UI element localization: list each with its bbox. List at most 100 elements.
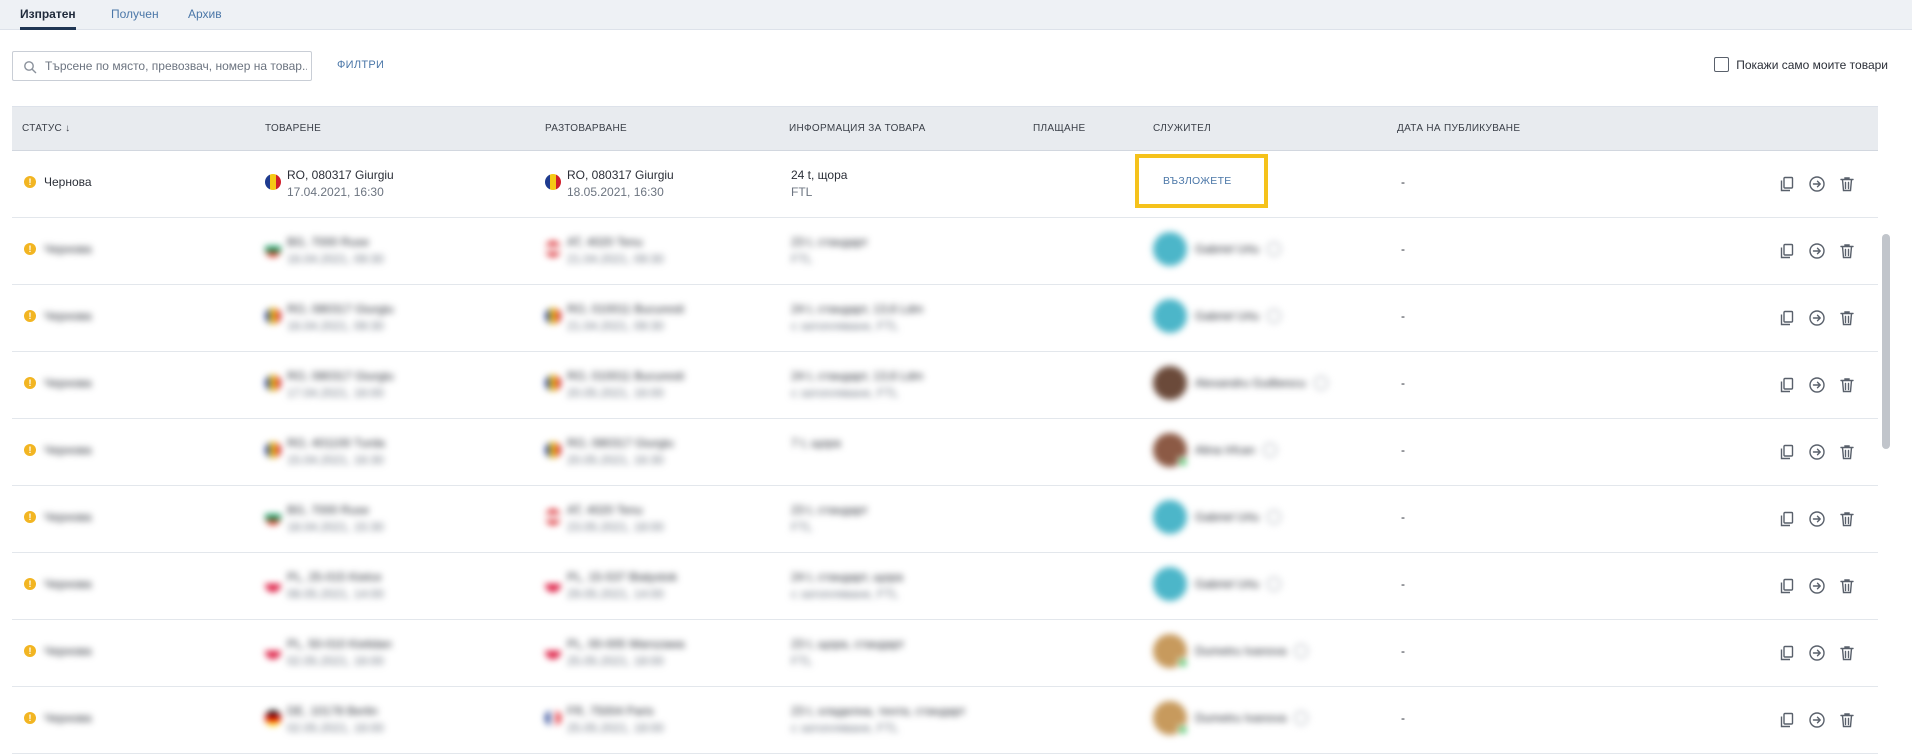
cargo-info-main: 24 t, стандарт, 13,6 Ldm	[791, 369, 924, 383]
unloading-place: AT, 4020 Tenu	[567, 235, 643, 249]
cargo-info-sub: с затопляване, FTL	[791, 386, 899, 400]
col-cargo-info: ИНФОРМАЦИЯ ЗА ТОВАРА	[789, 123, 926, 134]
published-date: -	[1401, 510, 1405, 524]
forward-icon[interactable]	[1808, 242, 1826, 260]
employee-cell[interactable]: Alexandru Guilbescu	[1153, 366, 1328, 400]
forward-icon[interactable]	[1808, 711, 1826, 729]
cargo-info-sub: с затопляване, FTL	[791, 721, 899, 735]
status-label: Чернова	[44, 510, 92, 524]
employee-name: Dumetru Ivanova	[1195, 711, 1287, 725]
trash-icon[interactable]	[1838, 242, 1856, 260]
my-cargo-toggle[interactable]: Покажи само моите товари	[1714, 57, 1888, 72]
info-icon[interactable]	[1294, 644, 1309, 658]
unloading-place: PL, 15-537 Bialystok	[567, 570, 678, 584]
copy-icon[interactable]	[1778, 242, 1796, 260]
copy-icon[interactable]	[1778, 644, 1796, 662]
published-date: -	[1401, 309, 1405, 323]
trash-icon[interactable]	[1838, 309, 1856, 327]
employee-cell[interactable]: Gabriel Urlu	[1153, 232, 1282, 266]
forward-icon[interactable]	[1808, 510, 1826, 528]
info-icon[interactable]	[1267, 510, 1282, 524]
status-label: Чернова	[44, 175, 92, 189]
table-row[interactable]: ! Чернова BG, 7000 Ruse 16.04.2021, 09:30 AT…	[12, 218, 1878, 285]
info-icon[interactable]	[1267, 309, 1282, 323]
info-icon[interactable]	[1267, 577, 1282, 591]
copy-icon[interactable]	[1778, 510, 1796, 528]
employee-cell[interactable]: Gabriel Urlu	[1153, 567, 1282, 601]
employee-cell[interactable]: Dumetru Ivanova	[1153, 701, 1309, 735]
forward-icon[interactable]	[1808, 309, 1826, 327]
table-row[interactable]: ! Чернова RO, 080317 Giurgiu 17.04.2021, 16…	[12, 352, 1878, 419]
table-row[interactable]: ! Чернова BG, 7000 Ruse 18.04.2021, 15:30 AT…	[12, 486, 1878, 553]
forward-icon[interactable]	[1808, 443, 1826, 461]
table-row[interactable]: ! Чернова DE, 10178 Berlin 02.05.2021, 16:0…	[12, 687, 1878, 754]
trash-icon[interactable]	[1838, 443, 1856, 461]
loading-place: BG, 7000 Ruse	[287, 503, 370, 517]
info-icon[interactable]	[1294, 711, 1309, 725]
col-employee: СЛУЖИТЕЛ	[1153, 123, 1211, 134]
status-cell: ! Чернова	[24, 510, 92, 524]
copy-icon[interactable]	[1778, 309, 1796, 327]
draft-status-icon: !	[24, 511, 36, 523]
trash-icon[interactable]	[1838, 644, 1856, 662]
row-actions	[1778, 644, 1856, 662]
forward-icon[interactable]	[1808, 175, 1826, 193]
status-cell: ! Чернова	[24, 175, 92, 189]
employee-cell[interactable]: Gabriel Urlu	[1153, 500, 1282, 534]
col-status[interactable]: СТАТУС ↓	[22, 123, 70, 134]
trash-icon[interactable]	[1838, 577, 1856, 595]
unloading-place: RO, 080317 Giurgiu	[567, 436, 674, 450]
copy-icon[interactable]	[1778, 376, 1796, 394]
draft-status-icon: !	[24, 645, 36, 657]
scrollbar[interactable]	[1880, 106, 1892, 756]
status-cell: ! Чернова	[24, 309, 92, 323]
info-icon[interactable]	[1267, 242, 1282, 256]
search-input[interactable]	[45, 55, 307, 77]
copy-icon[interactable]	[1778, 175, 1796, 193]
tab-received[interactable]: Получен	[111, 0, 159, 30]
forward-icon[interactable]	[1808, 577, 1826, 595]
employee-cell[interactable]: Gabriel Urlu	[1153, 299, 1282, 333]
trash-icon[interactable]	[1838, 175, 1856, 193]
table-row[interactable]: ! Чернова RO, 080317 Giurgiu 17.04.2021, 16…	[12, 151, 1878, 218]
scrollbar-thumb[interactable]	[1882, 234, 1890, 449]
flag-icon	[265, 174, 281, 190]
flag-icon	[265, 442, 281, 458]
employee-name: Alexandru Guilbescu	[1195, 376, 1306, 390]
flag-icon	[545, 710, 561, 726]
forward-icon[interactable]	[1808, 376, 1826, 394]
table-row[interactable]: ! Чернова PL, 50-010 Kielidan 02.05.2021, 1…	[12, 620, 1878, 687]
draft-status-icon: !	[24, 176, 36, 188]
info-icon[interactable]	[1263, 443, 1278, 457]
trash-icon[interactable]	[1838, 376, 1856, 394]
info-icon[interactable]	[1313, 376, 1328, 390]
forward-icon[interactable]	[1808, 644, 1826, 662]
tab-archive[interactable]: Архив	[188, 0, 222, 30]
employee-cell[interactable]: Alina Irfcan	[1153, 433, 1278, 467]
trash-icon[interactable]	[1838, 711, 1856, 729]
table-row[interactable]: ! Чернова RO, 401100 Turda 15.04.2021, 16:3…	[12, 419, 1878, 486]
copy-icon[interactable]	[1778, 711, 1796, 729]
published-date: -	[1401, 242, 1405, 256]
table-row[interactable]: ! Чернова PL, 25-015 Kielce 08.05.2021, 14:…	[12, 553, 1878, 620]
unloading-place: RO, 010011 Bucuresti	[567, 302, 685, 316]
loading-cell: DE, 10178 Berlin 02.05.2021, 16:00	[265, 703, 384, 737]
tab-sent[interactable]: Изпратен	[20, 0, 76, 30]
my-cargo-checkbox[interactable]	[1714, 57, 1730, 72]
filters-button[interactable]: ФИЛТРИ	[337, 59, 384, 71]
employee-cell[interactable]: Dumetru Ivanova	[1153, 634, 1309, 668]
status-cell: ! Чернова	[24, 376, 92, 390]
draft-status-icon: !	[24, 243, 36, 255]
trash-icon[interactable]	[1838, 510, 1856, 528]
unloading-cell: RO, 010011 Bucuresti 20.05.2021, 16:00	[545, 368, 684, 402]
assign-button[interactable]: ВЪЗЛОЖЕТЕ	[1163, 175, 1232, 187]
avatar	[1153, 701, 1188, 735]
flag-icon	[265, 241, 281, 257]
table-body: ! Чернова RO, 080317 Giurgiu 17.04.2021, 16…	[12, 151, 1878, 754]
online-indicator	[1178, 725, 1188, 735]
copy-icon[interactable]	[1778, 443, 1796, 461]
status-label: Чернова	[44, 309, 92, 323]
table-row[interactable]: ! Чернова RO, 080317 Giurgiu 16.04.2021, 09…	[12, 285, 1878, 352]
copy-icon[interactable]	[1778, 577, 1796, 595]
published-date: -	[1401, 711, 1405, 725]
